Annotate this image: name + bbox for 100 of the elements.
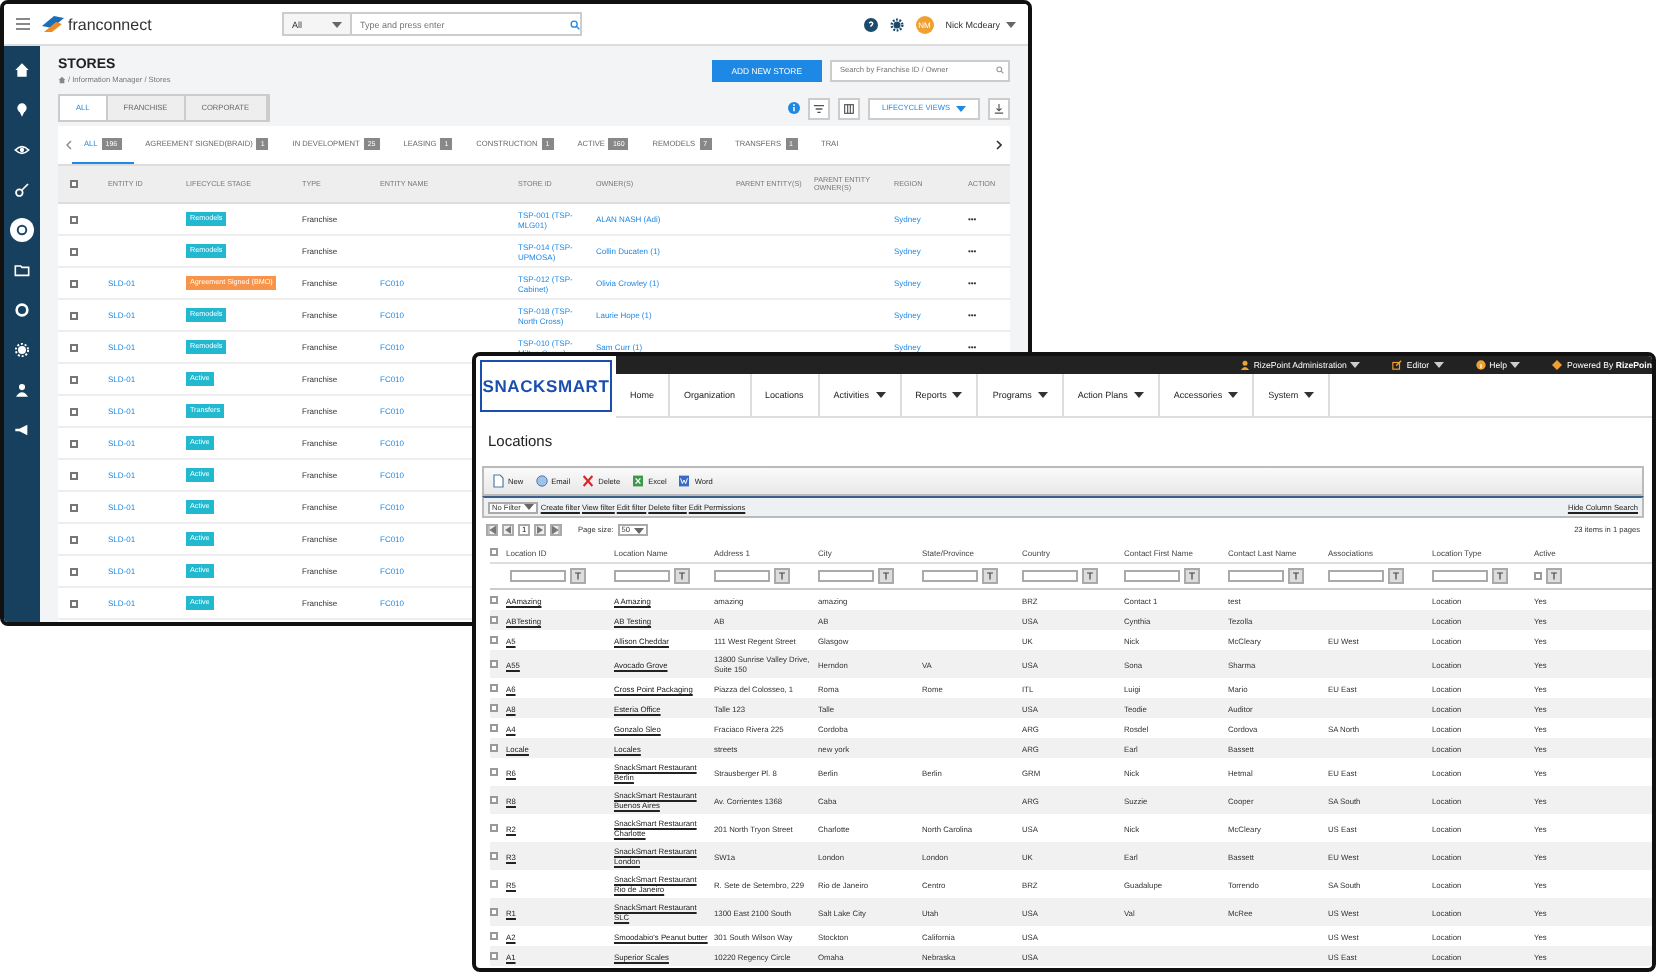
filter-icon bbox=[814, 103, 825, 113]
checkbox[interactable] bbox=[70, 535, 78, 543]
caret-icon bbox=[952, 392, 963, 398]
checkbox[interactable] bbox=[490, 796, 498, 804]
checkbox[interactable] bbox=[490, 744, 498, 752]
checkbox[interactable] bbox=[70, 247, 78, 255]
checkbox[interactable] bbox=[490, 548, 498, 556]
caret-icon bbox=[1133, 392, 1144, 398]
sidebar-item[interactable] bbox=[10, 218, 34, 242]
checkbox[interactable] bbox=[1534, 572, 1542, 580]
checkbox[interactable] bbox=[490, 704, 498, 712]
checkbox[interactable] bbox=[490, 952, 498, 960]
sidebar-item[interactable] bbox=[10, 298, 34, 322]
pin-icon bbox=[14, 102, 30, 118]
caret-icon bbox=[524, 504, 535, 510]
person-icon bbox=[1239, 360, 1250, 370]
caret-icon bbox=[1510, 362, 1521, 368]
filter-field[interactable] bbox=[510, 570, 566, 582]
last-page-button[interactable] bbox=[550, 524, 562, 536]
filter-field[interactable] bbox=[1124, 570, 1180, 582]
house-icon bbox=[14, 62, 30, 78]
menu-icon bbox=[16, 18, 30, 30]
key-icon bbox=[14, 182, 30, 198]
t-icon bbox=[986, 572, 994, 580]
search-icon bbox=[570, 19, 580, 29]
checkbox[interactable] bbox=[490, 908, 498, 916]
filter-field[interactable] bbox=[818, 570, 874, 582]
filter-field[interactable] bbox=[1432, 570, 1488, 582]
t-icon bbox=[574, 572, 582, 580]
diamond-icon bbox=[1552, 360, 1563, 370]
caret-icon bbox=[1006, 21, 1016, 27]
filter-field[interactable] bbox=[1328, 570, 1384, 582]
t-icon bbox=[1086, 572, 1094, 580]
filter-button[interactable] bbox=[808, 97, 831, 119]
sidebar-item[interactable] bbox=[10, 378, 34, 402]
caret-icon bbox=[1037, 392, 1048, 398]
checkbox[interactable] bbox=[490, 684, 498, 692]
columns-button[interactable] bbox=[838, 97, 861, 119]
caret-icon bbox=[332, 21, 342, 27]
sidebar-item[interactable] bbox=[10, 58, 34, 82]
filter-field[interactable] bbox=[714, 570, 770, 582]
t-icon bbox=[1496, 572, 1504, 580]
checkbox[interactable] bbox=[490, 616, 498, 624]
t-icon bbox=[882, 572, 890, 580]
caret-icon bbox=[1433, 362, 1444, 368]
previous-page-button[interactable] bbox=[502, 524, 514, 536]
t-icon bbox=[778, 572, 786, 580]
caret-icon bbox=[1304, 392, 1315, 398]
document-icon bbox=[492, 474, 504, 488]
filter-field[interactable] bbox=[1022, 570, 1078, 582]
ring-icon bbox=[14, 222, 30, 238]
t-icon bbox=[1292, 572, 1300, 580]
checkbox[interactable] bbox=[70, 311, 78, 319]
sidebar-item[interactable] bbox=[10, 338, 34, 362]
close-icon bbox=[582, 474, 595, 488]
caret-icon bbox=[875, 392, 886, 398]
filter-field[interactable] bbox=[614, 570, 670, 582]
checkbox[interactable] bbox=[490, 660, 498, 668]
sidebar-item[interactable] bbox=[10, 178, 34, 202]
caret-icon bbox=[956, 105, 966, 111]
checkbox[interactable] bbox=[70, 375, 78, 383]
checkbox[interactable] bbox=[70, 407, 78, 415]
first-page-button[interactable] bbox=[486, 524, 498, 536]
next-page-button[interactable] bbox=[534, 524, 546, 536]
checkbox[interactable] bbox=[490, 636, 498, 644]
checkbox[interactable] bbox=[70, 503, 78, 511]
globe-icon bbox=[535, 474, 548, 488]
columns-icon bbox=[844, 103, 855, 113]
checkbox[interactable] bbox=[70, 279, 78, 287]
caret-icon bbox=[1350, 362, 1361, 368]
filter-field[interactable] bbox=[922, 570, 978, 582]
t-icon bbox=[1188, 572, 1196, 580]
checkbox[interactable] bbox=[490, 824, 498, 832]
user-icon bbox=[14, 382, 30, 398]
info-icon bbox=[788, 102, 801, 114]
brand-logo-text: franconnect bbox=[68, 15, 152, 33]
t-icon bbox=[1550, 572, 1558, 580]
download-button[interactable] bbox=[988, 97, 1010, 119]
gear-icon bbox=[14, 342, 30, 358]
checkbox[interactable] bbox=[70, 599, 78, 607]
checkbox[interactable] bbox=[70, 471, 78, 479]
text-document-icon bbox=[678, 474, 691, 488]
checkbox[interactable] bbox=[490, 932, 498, 940]
checkbox[interactable] bbox=[490, 880, 498, 888]
help-icon bbox=[863, 17, 878, 31]
checkbox[interactable] bbox=[490, 596, 498, 604]
t-icon bbox=[1392, 572, 1400, 580]
checkbox[interactable] bbox=[490, 852, 498, 860]
checkbox[interactable] bbox=[70, 180, 78, 188]
last-page-icon bbox=[552, 526, 560, 534]
brand-logo: SNACKSMART bbox=[480, 360, 612, 412]
checkbox[interactable] bbox=[70, 567, 78, 575]
checkbox[interactable] bbox=[70, 215, 78, 223]
checkbox[interactable] bbox=[70, 439, 78, 447]
checkbox[interactable] bbox=[490, 768, 498, 776]
house-icon bbox=[58, 75, 66, 83]
checkbox[interactable] bbox=[490, 724, 498, 732]
filter-field[interactable] bbox=[1228, 570, 1284, 582]
chevron-left-icon bbox=[66, 140, 72, 150]
checkbox[interactable] bbox=[70, 343, 78, 351]
